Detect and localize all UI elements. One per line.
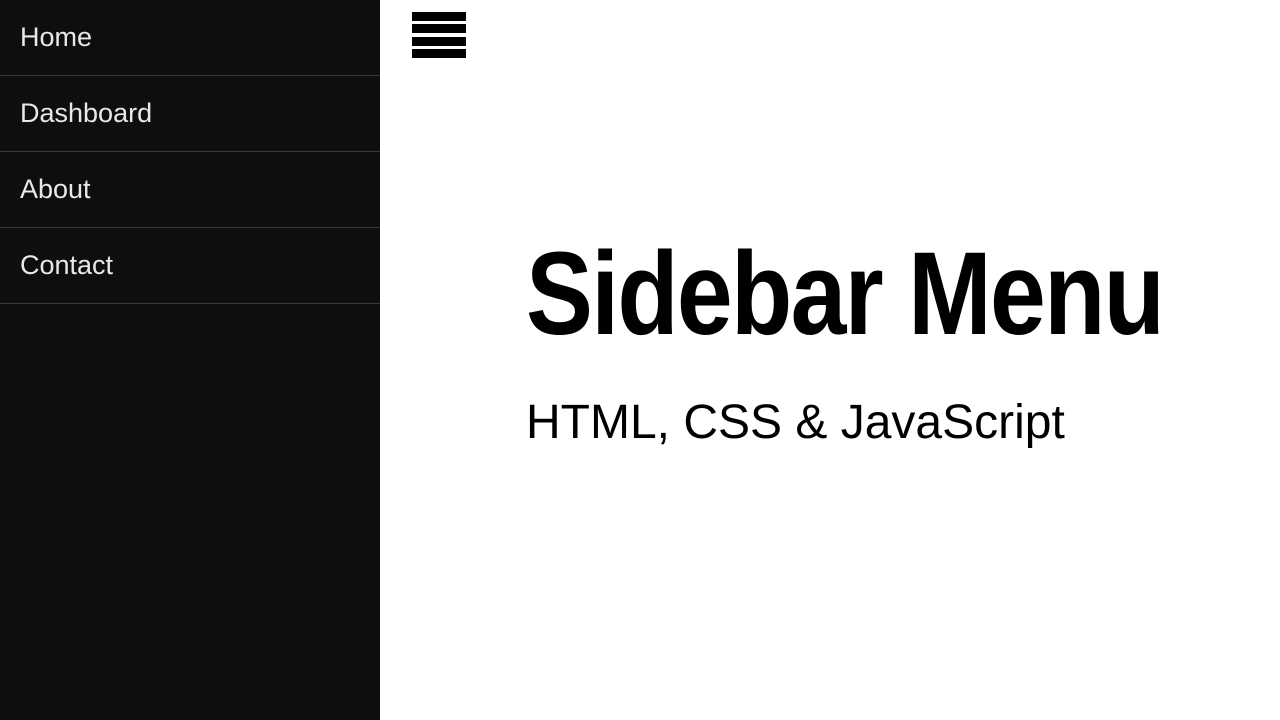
sidebar-item-label: Dashboard [20,98,152,128]
sidebar-item-dashboard[interactable]: Dashboard [0,76,380,152]
content-block: Sidebar Menu HTML, CSS & JavaScript [526,235,1276,450]
hamburger-bar [412,37,466,46]
hamburger-bar [412,49,466,58]
hamburger-bar [412,24,466,33]
hamburger-menu-icon[interactable] [412,8,466,62]
sidebar-item-about[interactable]: About [0,152,380,228]
sidebar-item-label: About [20,174,91,204]
page-title: Sidebar Menu [526,235,1163,353]
sidebar-item-contact[interactable]: Contact [0,228,380,304]
page-subtitle: HTML, CSS & JavaScript [526,395,1276,450]
hamburger-bar [412,12,466,21]
main-content: Sidebar Menu HTML, CSS & JavaScript [380,0,1280,720]
sidebar-item-label: Home [20,22,92,52]
sidebar-item-label: Contact [20,250,113,280]
sidebar-item-home[interactable]: Home [0,0,380,76]
sidebar: Home Dashboard About Contact [0,0,380,720]
